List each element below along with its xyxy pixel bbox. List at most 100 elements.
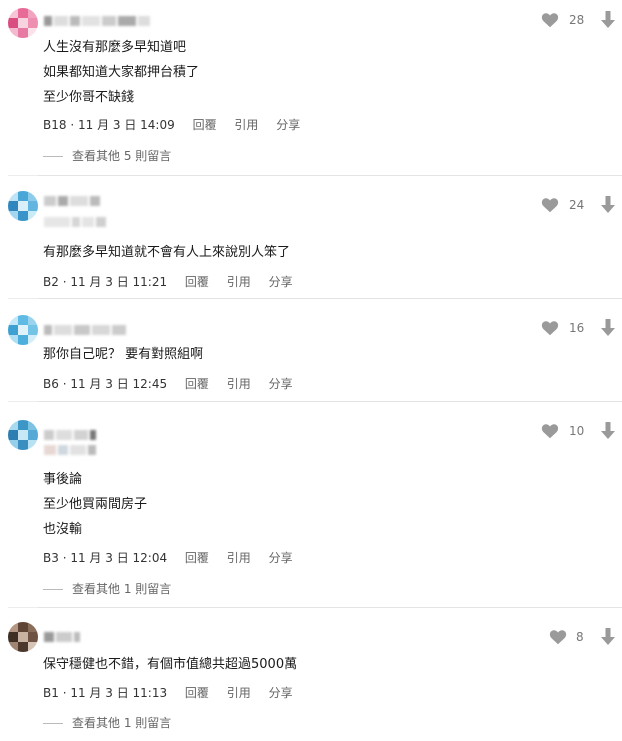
timestamp: 11 月 3 日 11:13 xyxy=(70,686,168,700)
avatar-pixel xyxy=(8,315,18,325)
dash-icon xyxy=(43,156,63,157)
username-blurred[interactable] xyxy=(44,627,82,642)
avatar-pixel xyxy=(28,28,38,38)
avatar-pixel xyxy=(18,420,28,430)
timestamp: 11 月 3 日 14:09 xyxy=(77,118,175,132)
floor-label: B3 xyxy=(43,551,59,565)
avatar-pixel xyxy=(18,642,28,652)
share-button[interactable]: 分享 xyxy=(276,118,300,132)
floor-label: B1 xyxy=(43,686,59,700)
avatar-pixel xyxy=(28,191,38,201)
comment-divider xyxy=(38,607,622,608)
heart-icon[interactable] xyxy=(541,423,559,439)
heart-icon[interactable] xyxy=(541,12,559,28)
avatar-pixel xyxy=(28,622,38,632)
avatar[interactable] xyxy=(8,420,38,450)
reply-button[interactable]: 回覆 xyxy=(185,551,209,565)
avatar-pixel xyxy=(28,632,38,642)
avatar[interactable] xyxy=(8,191,38,221)
comment-divider xyxy=(38,298,622,299)
floor-label: B6 xyxy=(43,377,59,391)
floor-label: B2 xyxy=(43,275,59,289)
like-count: 24 xyxy=(569,198,585,212)
avatar-pixel xyxy=(8,440,18,450)
avatar-pixel xyxy=(8,28,18,38)
avatar-pixel xyxy=(8,201,18,211)
quote-button[interactable]: 引用 xyxy=(234,118,258,132)
avatar-pixel xyxy=(8,8,18,18)
arrow-down-icon[interactable] xyxy=(600,196,616,214)
user-meta-blurred xyxy=(44,440,98,455)
avatar-pixel xyxy=(18,632,28,642)
timestamp: 11 月 3 日 12:45 xyxy=(70,377,168,391)
avatar-pixel xyxy=(8,335,18,345)
avatar-pixel xyxy=(18,201,28,211)
avatar-pixel xyxy=(18,191,28,201)
username-blurred[interactable] xyxy=(44,320,128,335)
avatar-pixel xyxy=(28,201,38,211)
avatar-pixel xyxy=(28,315,38,325)
like-count: 10 xyxy=(569,424,585,438)
avatar-pixel xyxy=(28,440,38,450)
comment-meta: B3 · 11 月 3 日 12:04 回覆 引用 分享 xyxy=(43,551,293,565)
avatar-pixel xyxy=(28,8,38,18)
comment-text-line: 至少他買兩間房子 xyxy=(43,497,148,512)
heart-icon[interactable] xyxy=(549,629,567,645)
avatar-pixel xyxy=(8,191,18,201)
reply-button[interactable]: 回覆 xyxy=(185,686,209,700)
quote-button[interactable]: 引用 xyxy=(227,551,251,565)
view-more-replies[interactable]: 查看其他 1 則留言 xyxy=(43,714,171,731)
comment-text-line: 至少你哥不缺錢 xyxy=(43,90,135,105)
comment-text-line: 事後論 xyxy=(43,472,83,487)
avatar-pixel xyxy=(18,335,28,345)
comment-meta: B18 · 11 月 3 日 14:09 回覆 引用 分享 xyxy=(43,118,301,132)
share-button[interactable]: 分享 xyxy=(269,551,293,565)
username-blurred[interactable] xyxy=(44,425,98,440)
avatar-pixel xyxy=(18,8,28,18)
comment-text-line: 也沒輸 xyxy=(43,522,83,537)
arrow-down-icon[interactable] xyxy=(600,11,616,29)
avatar[interactable] xyxy=(8,8,38,38)
reply-button[interactable]: 回覆 xyxy=(193,118,217,132)
comment-divider xyxy=(8,175,38,176)
comment-meta: B2 · 11 月 3 日 11:21 回覆 引用 分享 xyxy=(43,275,293,289)
username-blurred[interactable] xyxy=(44,191,102,206)
avatar[interactable] xyxy=(8,315,38,345)
comment-text-line: 如果都知道大家都押台積了 xyxy=(43,65,200,80)
avatar-pixel xyxy=(28,430,38,440)
heart-icon[interactable] xyxy=(541,320,559,336)
comment-divider xyxy=(8,298,38,299)
comment-text-line: 保守穩健也不錯，有個市值總共超過5000萬 xyxy=(43,657,298,672)
dash-icon xyxy=(43,589,63,590)
quote-button[interactable]: 引用 xyxy=(227,377,251,391)
reply-button[interactable]: 回覆 xyxy=(185,377,209,391)
view-more-replies[interactable]: 查看其他 5 則留言 xyxy=(43,147,171,164)
avatar[interactable] xyxy=(8,622,38,652)
username-blurred[interactable] xyxy=(44,11,152,26)
timestamp: 11 月 3 日 12:04 xyxy=(70,551,168,565)
avatar-pixel xyxy=(18,325,28,335)
avatar-pixel xyxy=(18,28,28,38)
avatar-pixel xyxy=(18,622,28,632)
avatar-pixel xyxy=(28,642,38,652)
comment-divider xyxy=(8,607,38,608)
view-more-replies[interactable]: 查看其他 1 則留言 xyxy=(43,580,171,597)
avatar-pixel xyxy=(18,430,28,440)
like-count: 28 xyxy=(569,13,585,27)
comment-divider xyxy=(38,175,622,176)
heart-icon[interactable] xyxy=(541,197,559,213)
avatar-pixel xyxy=(8,430,18,440)
avatar-pixel xyxy=(8,642,18,652)
share-button[interactable]: 分享 xyxy=(269,686,293,700)
arrow-down-icon[interactable] xyxy=(600,422,616,440)
arrow-down-icon[interactable] xyxy=(600,628,616,646)
user-meta-blurred xyxy=(44,212,108,227)
quote-button[interactable]: 引用 xyxy=(227,686,251,700)
avatar-pixel xyxy=(18,18,28,28)
share-button[interactable]: 分享 xyxy=(269,275,293,289)
reply-button[interactable]: 回覆 xyxy=(185,275,209,289)
share-button[interactable]: 分享 xyxy=(269,377,293,391)
comment-divider xyxy=(38,401,622,402)
quote-button[interactable]: 引用 xyxy=(227,275,251,289)
arrow-down-icon[interactable] xyxy=(600,319,616,337)
